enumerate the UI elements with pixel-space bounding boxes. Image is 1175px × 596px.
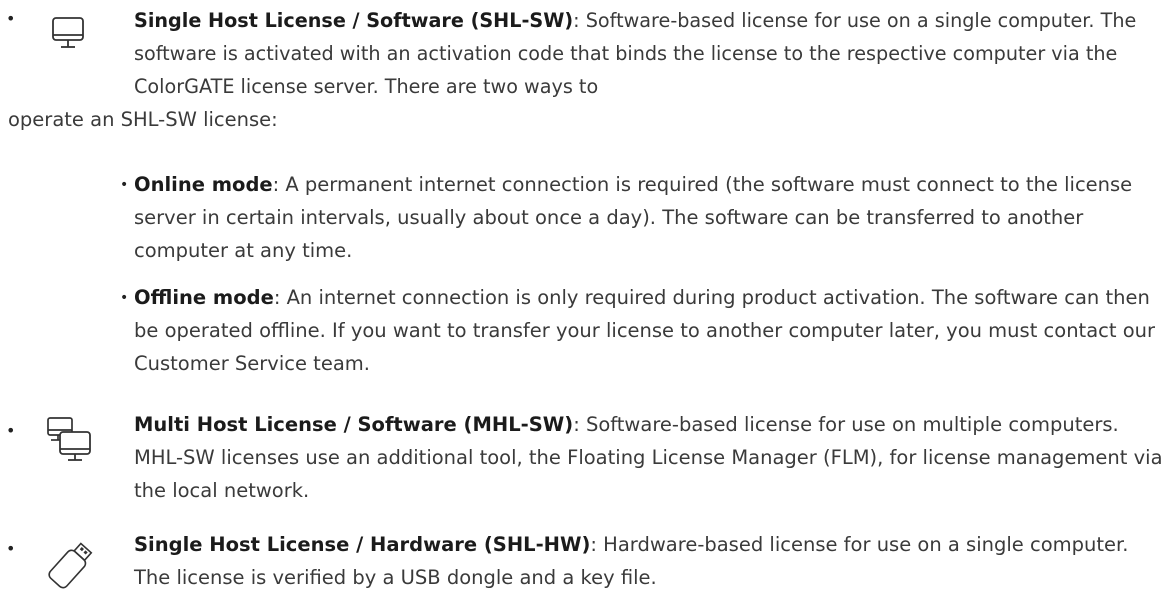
mode-title: Online mode bbox=[134, 173, 273, 196]
license-description: Single Host License / Hardware (SHL-HW):… bbox=[134, 528, 1166, 594]
mode-text: : A permanent internet connection is req… bbox=[134, 173, 1133, 262]
monitor-icon bbox=[46, 14, 90, 56]
license-title: Single Host License / Software (SHL-SW) bbox=[134, 9, 574, 32]
mode-description: Online mode: A permanent internet connec… bbox=[134, 168, 1170, 267]
license-description: Multi Host License / Software (MHL-SW): … bbox=[134, 408, 1166, 507]
license-title: Multi Host License / Software (MHL-SW) bbox=[134, 413, 574, 436]
usb-dongle-icon bbox=[46, 536, 94, 596]
license-text-continuation: operate an SHL-SW license: bbox=[8, 108, 278, 131]
bullet: • bbox=[6, 539, 16, 558]
license-description: Single Host License / Software (SHL-SW):… bbox=[134, 4, 1166, 103]
mode-description: Offline mode: An internet connection is … bbox=[134, 281, 1170, 380]
bullet: • bbox=[6, 421, 16, 440]
bullet: • bbox=[120, 290, 129, 306]
bullet: • bbox=[6, 9, 16, 28]
bullet: • bbox=[120, 177, 129, 193]
license-title: Single Host License / Hardware (SHL-HW) bbox=[134, 533, 591, 556]
mode-text: : An internet connection is only require… bbox=[134, 286, 1156, 375]
dual-monitor-icon bbox=[46, 416, 96, 466]
mode-title: Offline mode bbox=[134, 286, 274, 309]
